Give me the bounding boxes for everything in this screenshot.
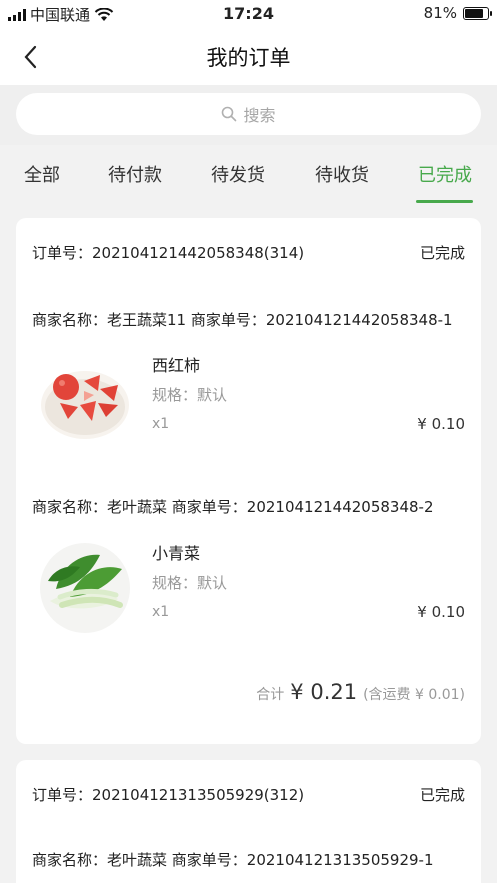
battery-percent: 81% (423, 4, 457, 22)
bok-choy-image (40, 543, 130, 633)
status-bar: 中国联通 17:24 81% (0, 0, 497, 30)
product-spec: 规格：默认 (152, 574, 228, 592)
tomato-image (40, 355, 130, 445)
search-icon (222, 106, 237, 122)
status-right: 81% (423, 4, 492, 22)
tab-pending-shipment[interactable]: 待发货 (211, 161, 265, 187)
page-title: 我的订单 (206, 46, 291, 70)
navigation-bar: 我的订单 (0, 30, 497, 85)
shipping-note: (含运费 ¥ 0.01) (363, 687, 465, 703)
tab-pending-payment[interactable]: 待付款 (108, 161, 162, 187)
product-name: 小青菜 (152, 544, 201, 563)
order-card[interactable]: 订单号：202104121442058348(314) 已完成 商家名称：老王蔬… (16, 218, 481, 744)
active-tab-indicator (416, 200, 473, 203)
order-tabs: 全部 待付款 待发货 待收货 已完成 (0, 145, 497, 205)
order-status: 已完成 (419, 786, 465, 804)
order-number: 订单号：202104121313505929(312) (32, 786, 305, 804)
search-area: 搜索 (0, 85, 497, 145)
clock: 17:24 (223, 4, 274, 23)
product-quantity: x1 (152, 604, 170, 620)
product-price: ¥ 0.10 (417, 603, 465, 621)
product-spec: 规格：默认 (152, 386, 228, 404)
product-name: 西红柿 (152, 356, 201, 375)
tab-pending-receipt[interactable]: 待收货 (315, 161, 369, 187)
order-number: 订单号：202104121442058348(314) (32, 244, 305, 262)
order-status: 已完成 (419, 244, 465, 262)
order-card[interactable]: 订单号：202104121313505929(312) 已完成 商家名称：老叶蔬… (16, 760, 481, 883)
merchant-line: 商家名称：老王蔬菜11 商家单号：202104121442058348-1 (32, 311, 453, 329)
total-amount: ¥ 0.21 (290, 680, 358, 704)
tab-completed[interactable]: 已完成 (418, 161, 472, 187)
search-placeholder: 搜索 (243, 106, 276, 125)
product-quantity: x1 (152, 416, 170, 432)
tab-all[interactable]: 全部 (24, 161, 60, 187)
product-price: ¥ 0.10 (417, 415, 465, 433)
total-label: 合计 (256, 687, 285, 703)
order-total: 合计 ¥ 0.21 (含运费 ¥ 0.01) (256, 680, 465, 704)
search-input[interactable]: 搜索 (16, 93, 481, 135)
merchant-line: 商家名称：老叶蔬菜 商家单号：202104121313505929-1 (32, 851, 434, 869)
battery-icon (463, 6, 492, 20)
merchant-line: 商家名称：老叶蔬菜 商家单号：202104121442058348-2 (32, 498, 434, 516)
